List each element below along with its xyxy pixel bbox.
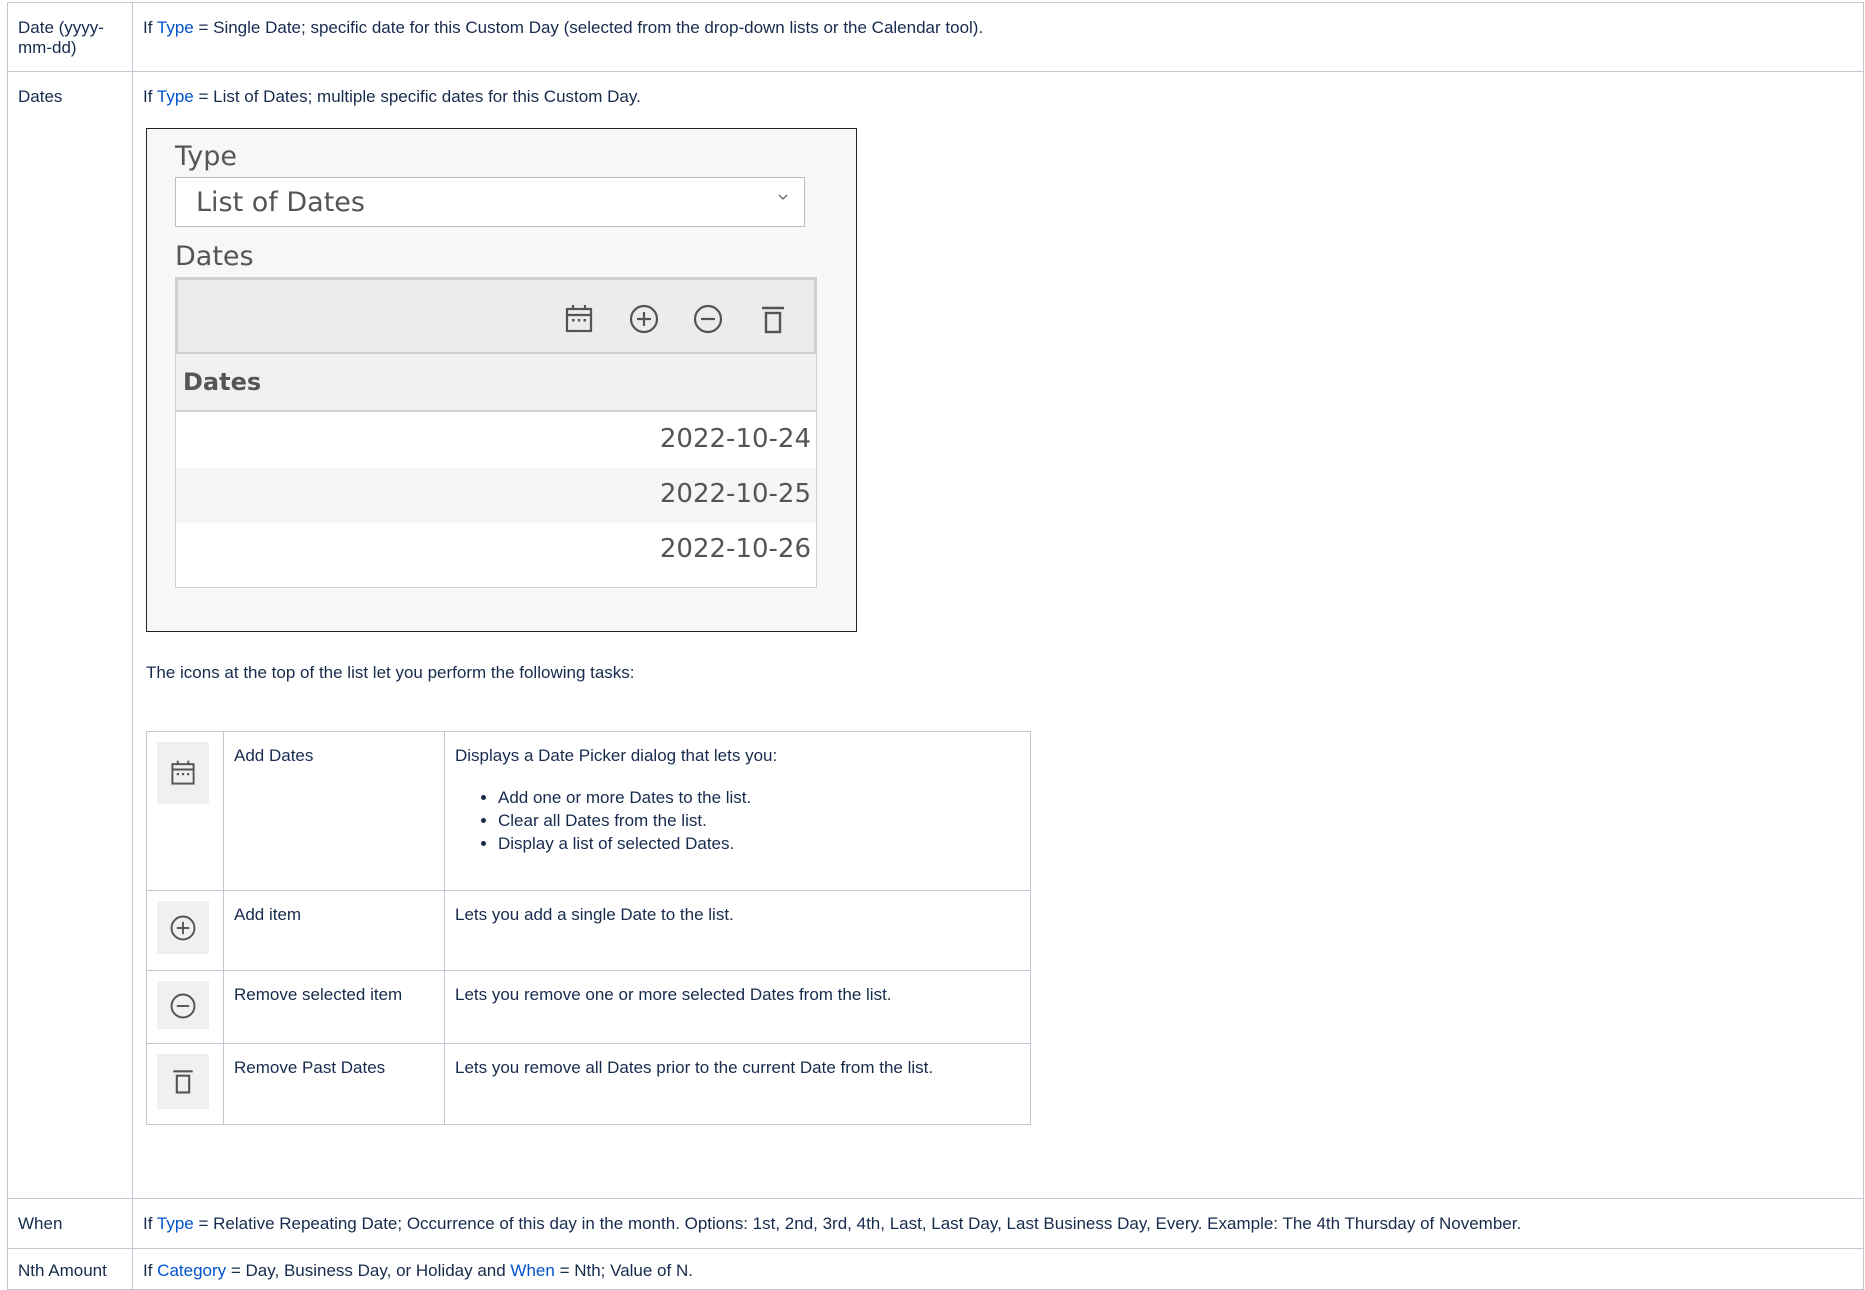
field-label-cell: Dates (7, 71, 133, 1199)
icon-name-cell: Remove Past Dates (223, 1043, 445, 1125)
field-label: Date (yyyy-mm-dd) (18, 18, 104, 57)
table-row: Remove selected item Lets you remove one… (146, 970, 1031, 1044)
icon-description-cell: Lets you remove one or more selected Dat… (444, 970, 1031, 1044)
icon-description: Lets you remove all Dates prior to the c… (455, 1058, 934, 1077)
text-mid: = Day, Business Day, or Holiday and (226, 1261, 511, 1280)
date-value: 2022-10-26 (659, 534, 811, 564)
icon-description-cell: Displays a Date Picker dialog that lets … (444, 731, 1031, 891)
icon-cell (146, 890, 224, 971)
icon-name-cell: Add item (223, 890, 445, 971)
when-link[interactable]: When (510, 1261, 554, 1280)
category-link[interactable]: Category (157, 1261, 226, 1280)
calendar-icon (171, 760, 195, 785)
icon-description: Lets you add a single Date to the list. (455, 905, 734, 924)
list-item[interactable]: 2022-10-26 (176, 523, 816, 578)
list-item[interactable]: 2022-10-24 (176, 413, 816, 468)
date-value: 2022-10-24 (659, 424, 811, 454)
field-label: Dates (18, 87, 63, 106)
field-description: If Category = Day, Business Day, or Holi… (133, 1249, 1863, 1281)
field-description-cell: If Type = Relative Repeating Date; Occur… (132, 1198, 1864, 1249)
trash-icon[interactable] (756, 302, 790, 336)
dates-column-header: Dates (176, 354, 816, 412)
field-label: When (18, 1214, 63, 1233)
icon-name: Add item (234, 905, 302, 924)
trash-icon (173, 1070, 193, 1094)
icon-cell (146, 970, 224, 1044)
icon-box (157, 901, 209, 954)
type-link[interactable]: Type (157, 1214, 194, 1233)
field-description: If Type = Single Date; specific date for… (133, 3, 1863, 38)
icon-name: Remove selected item (234, 985, 403, 1004)
icon-cell (146, 731, 224, 891)
text-body: = List of Dates; multiple specific dates… (193, 87, 641, 106)
type-select-value: List of Dates (196, 187, 365, 218)
list-item: Add one or more Dates to the list. (498, 786, 1020, 809)
dates-toolbar (176, 278, 816, 354)
description-text: Displays a Date Picker dialog that lets … (455, 746, 778, 765)
field-description-cell: If Category = Day, Business Day, or Holi… (132, 1248, 1864, 1290)
table-row: Add Dates Displays a Date Picker dialog … (146, 731, 1031, 891)
plus-circle-icon (170, 915, 196, 941)
icon-description-cell: Lets you add a single Date to the list. (444, 890, 1031, 971)
plus-circle-icon[interactable] (627, 302, 661, 336)
table-row: Nth Amount If Category = Day, Business D… (7, 1248, 1864, 1290)
field-label-cell: Nth Amount (7, 1248, 133, 1290)
icons-intro-text: The icons at the top of the list let you… (146, 663, 635, 682)
dates-label: Dates (175, 241, 254, 272)
table-row: When If Type = Relative Repeating Date; … (7, 1198, 1864, 1249)
text-body: = Relative Repeating Date; Occurrence of… (193, 1214, 1522, 1233)
text-body: = Single Date; specific date for this Cu… (193, 18, 984, 37)
icon-name-cell: Remove selected item (223, 970, 445, 1044)
field-description: If Type = List of Dates; multiple specif… (133, 72, 1863, 107)
icon-description-table: Add Dates Displays a Date Picker dialog … (146, 731, 1031, 1125)
field-description: If Type = Relative Repeating Date; Occur… (133, 1199, 1863, 1234)
text-prefix: If (143, 87, 157, 106)
icon-description: Lets you remove one or more selected Dat… (455, 985, 892, 1004)
icon-description: Displays a Date Picker dialog that lets … (445, 732, 1030, 855)
icon-name-cell: Add Dates (223, 731, 445, 891)
icon-name: Add Dates (234, 746, 314, 765)
text-prefix: If (143, 1214, 157, 1233)
list-item: Display a list of selected Dates. (498, 832, 1020, 855)
calendar-icon[interactable] (562, 302, 596, 336)
type-label: Type (175, 141, 238, 172)
icon-name: Remove Past Dates (234, 1058, 386, 1077)
type-select[interactable]: List of Dates (175, 177, 805, 227)
text-prefix: If (143, 18, 157, 37)
icon-box (157, 1054, 209, 1109)
chevron-down-icon (778, 194, 788, 200)
table-row: Add item Lets you add a single Date to t… (146, 890, 1031, 971)
type-link[interactable]: Type (157, 18, 194, 37)
column-header-label: Dates (183, 368, 262, 396)
table-row: Date (yyyy-mm-dd) If Type = Single Date;… (7, 2, 1864, 72)
list-item[interactable]: 2022-10-25 (176, 468, 816, 523)
dates-screenshot-panel: Type List of Dates Dates Dates 2022-10-2… (146, 128, 857, 632)
type-link[interactable]: Type (157, 87, 194, 106)
minus-circle-icon[interactable] (691, 302, 725, 336)
icon-box (157, 742, 209, 804)
field-description-cell: If Type = Single Date; specific date for… (132, 2, 1864, 72)
field-label: Nth Amount (18, 1261, 107, 1280)
list-item: Clear all Dates from the list. (498, 809, 1020, 832)
minus-circle-icon (170, 993, 196, 1019)
icon-cell (146, 1043, 224, 1125)
field-label-cell: When (7, 1198, 133, 1249)
text-body: = Nth; Value of N. (554, 1261, 693, 1280)
icon-box (157, 981, 209, 1029)
text-prefix: If (143, 1261, 158, 1280)
icon-description-cell: Lets you remove all Dates prior to the c… (444, 1043, 1031, 1125)
field-label-cell: Date (yyyy-mm-dd) (7, 2, 133, 72)
dates-list: Dates 2022-10-24 2022-10-25 2022-10-26 (175, 277, 817, 588)
options-list: Add one or more Dates to the list. Clear… (455, 786, 1020, 855)
table-row: Remove Past Dates Lets you remove all Da… (146, 1043, 1031, 1125)
date-value: 2022-10-25 (659, 479, 811, 509)
